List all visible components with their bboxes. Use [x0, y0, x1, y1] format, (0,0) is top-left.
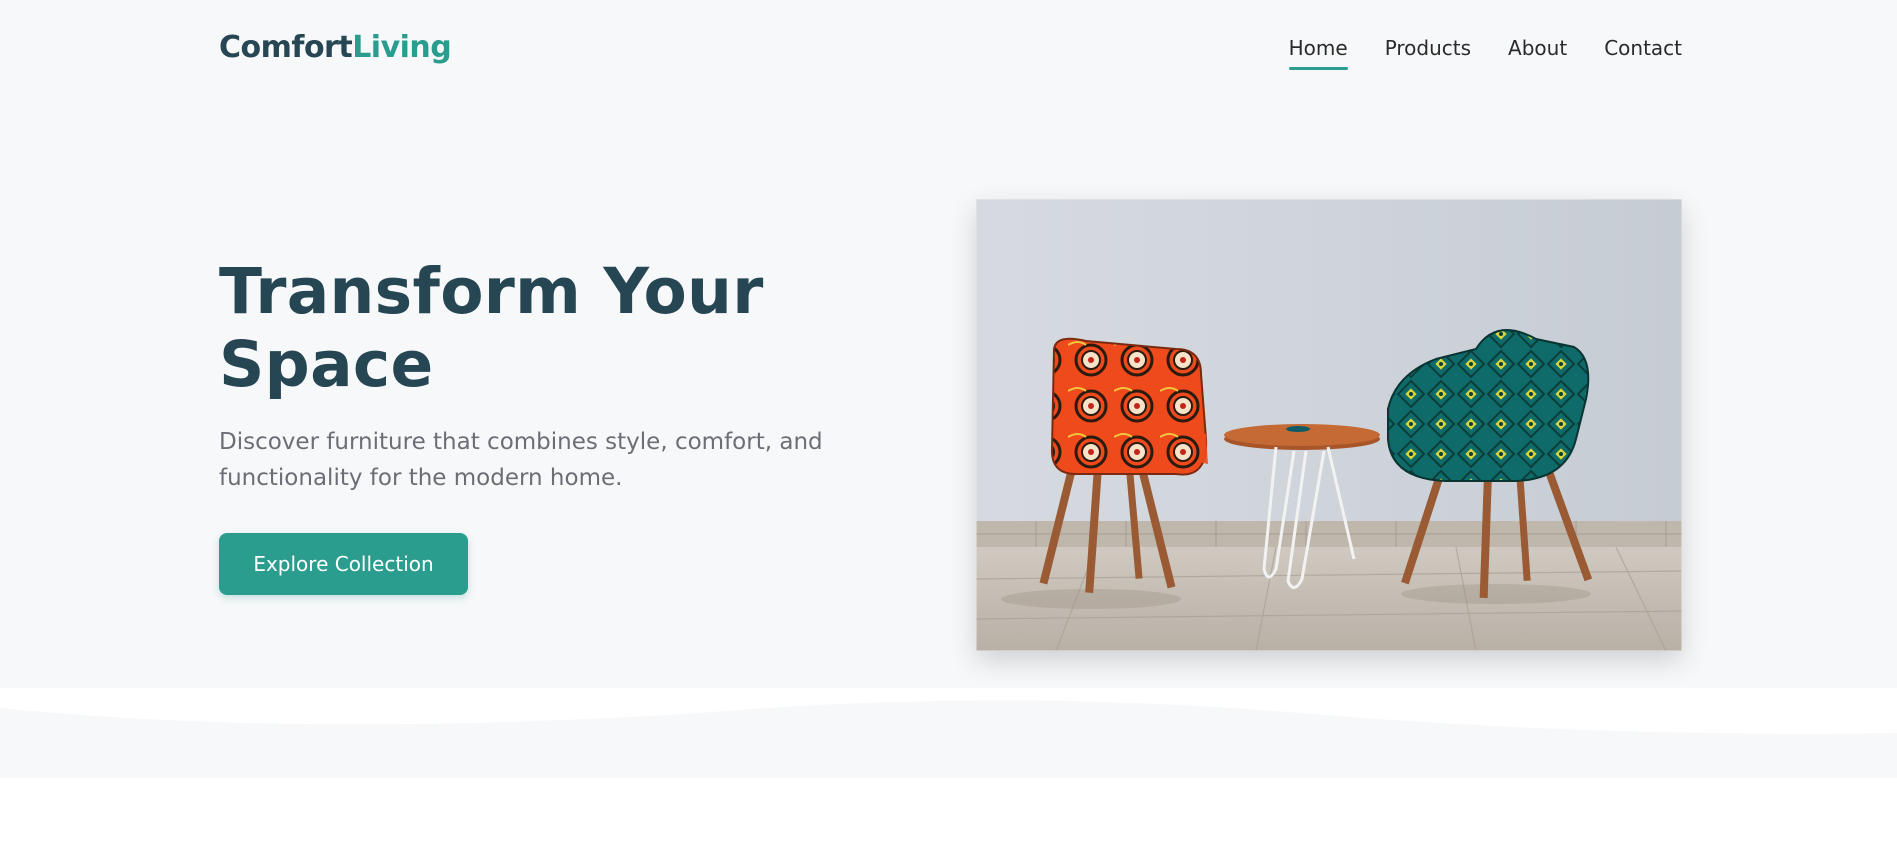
- chairs-illustration: [976, 199, 1682, 651]
- hero-title-line1: Transform Your: [219, 255, 764, 328]
- logo[interactable]: ComfortLiving: [219, 30, 452, 66]
- nav-home[interactable]: Home: [1288, 36, 1348, 70]
- explore-collection-button[interactable]: Explore Collection: [219, 533, 468, 595]
- nav-about[interactable]: About: [1508, 36, 1567, 64]
- hero-title-line2: Space: [219, 328, 434, 401]
- wave-divider: [0, 688, 1897, 778]
- page: ComfortLiving Home Products About Contac…: [0, 0, 1897, 862]
- logo-text-primary: Comfort: [219, 30, 353, 65]
- hero-subtitle-line2: functionality for the modern home.: [219, 465, 623, 491]
- logo-text-accent: Living: [352, 30, 452, 65]
- nav-products[interactable]: Products: [1385, 36, 1471, 64]
- hero-subtitle-line1: Discover furniture that combines style, …: [219, 429, 823, 455]
- main-nav: Home Products About Contact: [1288, 36, 1682, 70]
- nav-contact[interactable]: Contact: [1604, 36, 1682, 64]
- hero-image: [976, 199, 1682, 651]
- hero-title: Transform Your Space: [219, 255, 859, 401]
- hero-subtitle: Discover furniture that combines style, …: [219, 424, 859, 496]
